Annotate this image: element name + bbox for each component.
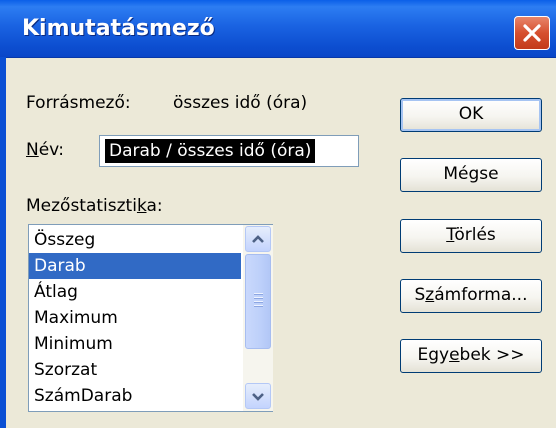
summarize-label-pre: Mezőstatiszti xyxy=(26,196,137,216)
list-item[interactable]: SzámDarab xyxy=(29,383,241,409)
listbox-scrollbar[interactable] xyxy=(243,225,273,411)
ok-button[interactable]: OK xyxy=(400,98,542,132)
delete-button[interactable]: Törlés xyxy=(400,219,542,253)
number-format-button[interactable]: Számforma... xyxy=(400,279,542,313)
title-bar[interactable]: Kimutatásmező xyxy=(0,0,556,58)
grip-line xyxy=(254,305,263,307)
name-input-value: Darab / összes idő (óra) xyxy=(105,139,316,163)
scroll-up-button[interactable] xyxy=(245,226,271,252)
grip-line xyxy=(254,301,263,303)
delete-label-rest: örlés xyxy=(454,225,496,245)
close-button[interactable] xyxy=(514,16,550,50)
summarize-label-post: a: xyxy=(146,196,163,216)
window-border xyxy=(0,57,6,428)
list-item[interactable]: Minimum xyxy=(29,331,241,357)
number-label-pre: S xyxy=(414,285,426,305)
name-label-rest: év: xyxy=(38,140,65,160)
summarize-listbox[interactable]: Összeg Darab Átlag Maximum Minimum Szorz… xyxy=(28,224,273,412)
name-label: Név: xyxy=(26,140,64,160)
grip-line xyxy=(254,297,263,299)
close-icon xyxy=(523,24,541,42)
list-item[interactable]: Átlag xyxy=(29,279,241,305)
chevron-up-icon xyxy=(252,235,264,243)
number-label-post: ámforma... xyxy=(434,285,528,305)
grip-line xyxy=(254,293,263,295)
list-item[interactable]: Szorzat xyxy=(29,357,241,383)
source-field-value: összes idő (óra) xyxy=(173,93,308,113)
more-label-pre: Egy xyxy=(417,345,450,365)
summarize-by-label: Mezőstatisztika: xyxy=(26,196,163,216)
window-title: Kimutatásmező xyxy=(22,16,215,41)
name-input[interactable]: Darab / összes idő (óra) xyxy=(99,135,359,167)
more-mnemonic: e xyxy=(449,345,460,365)
list-item[interactable]: Maximum xyxy=(29,305,241,331)
more-options-button[interactable]: Egyebek >> xyxy=(400,339,542,373)
cancel-button[interactable]: Mégse xyxy=(400,158,542,192)
number-mnemonic: z xyxy=(425,285,435,305)
list-item[interactable]: Összeg xyxy=(29,227,241,253)
source-field-label: Forrásmező: xyxy=(26,93,131,113)
scroll-down-button[interactable] xyxy=(245,383,271,409)
scroll-thumb[interactable] xyxy=(245,254,271,349)
more-label-post: bek >> xyxy=(459,345,525,365)
summarize-label-mnemonic: k xyxy=(136,196,147,216)
list-item-selected[interactable]: Darab xyxy=(29,253,241,279)
name-label-mnemonic: N xyxy=(26,140,39,160)
chevron-down-icon xyxy=(252,393,264,401)
